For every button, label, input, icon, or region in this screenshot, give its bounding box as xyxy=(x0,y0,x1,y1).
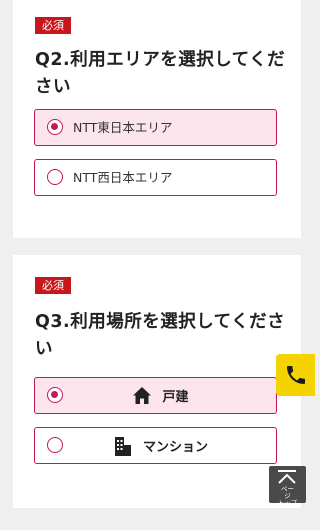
arrow-up-icon xyxy=(278,470,296,484)
option-label: 戸建 xyxy=(162,390,189,405)
house-icon xyxy=(133,387,152,404)
question-title-q2: Q2.利用エリアを選択してください xyxy=(35,50,286,97)
radio-button-selected[interactable] xyxy=(47,119,63,135)
question-title-q3: Q3.利用場所を選択してください xyxy=(35,312,286,359)
option-detached-house[interactable]: 戸建 xyxy=(34,377,277,414)
radio-dot xyxy=(51,123,58,130)
required-badge: 必須 xyxy=(35,17,71,34)
question-card-q2: 必須 Q2.利用エリアを選択してください NTT東日本エリア NTT西日本エリア xyxy=(13,0,301,238)
option-label: マンション xyxy=(142,440,208,455)
option-ntt-east[interactable]: NTT東日本エリア xyxy=(34,109,277,146)
page-top-label: ペー ジ トップ xyxy=(277,485,298,507)
option-apartment[interactable]: マンション xyxy=(34,427,277,464)
option-ntt-west[interactable]: NTT西日本エリア xyxy=(34,159,277,196)
page-top-button[interactable]: ペー ジ トップ xyxy=(269,466,306,507)
option-label: NTT西日本エリア xyxy=(73,170,173,185)
building-icon xyxy=(114,436,131,456)
phone-icon xyxy=(286,366,305,384)
radio-button[interactable] xyxy=(47,169,63,185)
question-card-q3: 必須 Q3.利用場所を選択してください 戸建 マンション xyxy=(13,255,301,508)
option-label: NTT東日本エリア xyxy=(73,120,173,135)
required-badge: 必須 xyxy=(35,277,71,294)
phone-call-button[interactable] xyxy=(276,354,315,396)
